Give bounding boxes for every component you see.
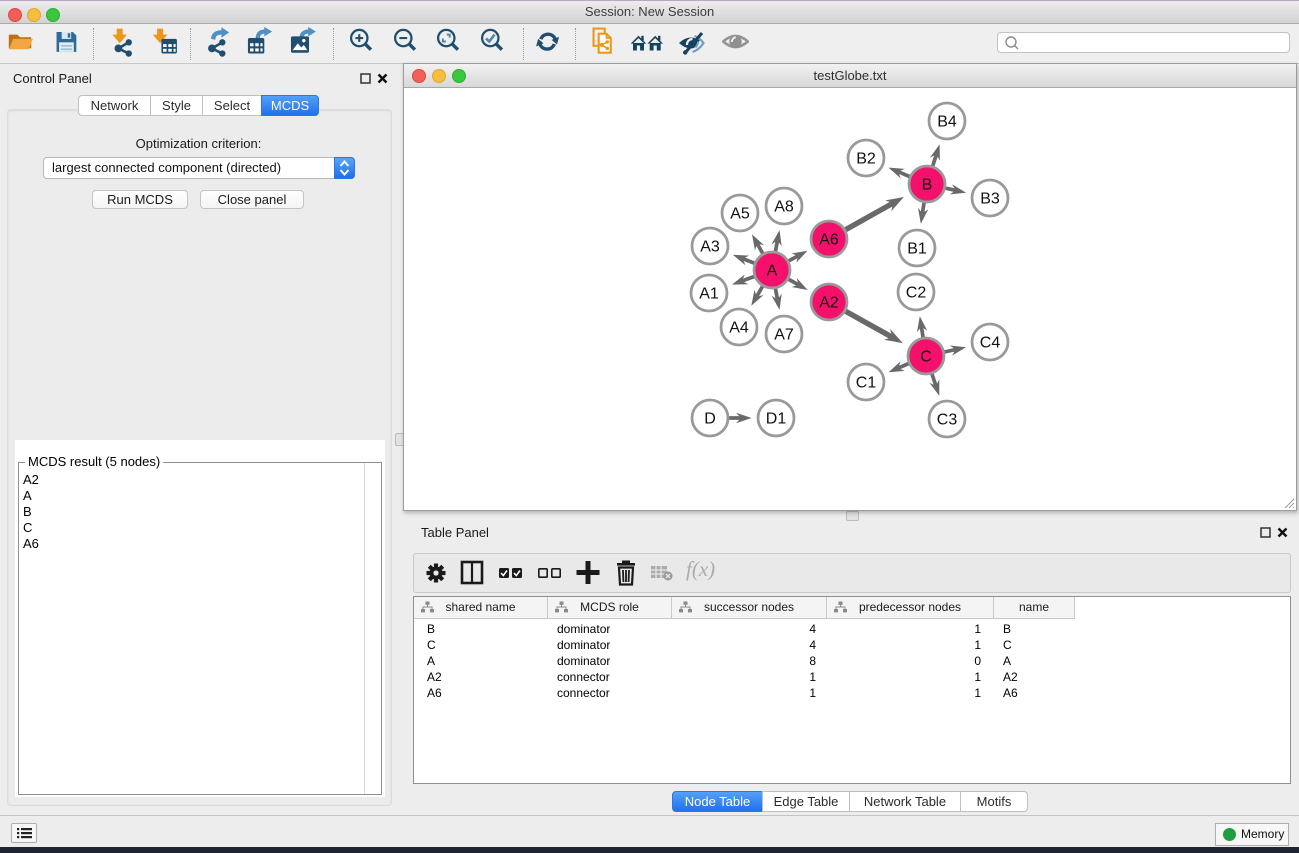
- svg-text:C2: C2: [906, 285, 927, 302]
- svg-text:B3: B3: [980, 191, 1000, 208]
- svg-text:A5: A5: [730, 206, 750, 223]
- svg-text:C3: C3: [937, 412, 958, 429]
- svg-text:D: D: [704, 411, 716, 428]
- svg-text:A2: A2: [819, 295, 839, 312]
- svg-text:D1: D1: [766, 411, 787, 428]
- svg-text:A8: A8: [774, 199, 794, 216]
- svg-text:B1: B1: [907, 241, 927, 258]
- svg-text:A: A: [767, 263, 778, 280]
- svg-text:B2: B2: [856, 151, 876, 168]
- svg-text:A6: A6: [819, 232, 839, 249]
- svg-text:B: B: [922, 177, 933, 194]
- svg-text:C4: C4: [980, 335, 1001, 352]
- svg-text:A4: A4: [729, 320, 749, 337]
- svg-text:A7: A7: [774, 327, 794, 344]
- svg-text:C: C: [920, 349, 932, 366]
- svg-text:A1: A1: [699, 286, 719, 303]
- svg-text:B4: B4: [937, 114, 957, 131]
- svg-text:C1: C1: [856, 375, 877, 392]
- svg-text:A3: A3: [700, 239, 720, 256]
